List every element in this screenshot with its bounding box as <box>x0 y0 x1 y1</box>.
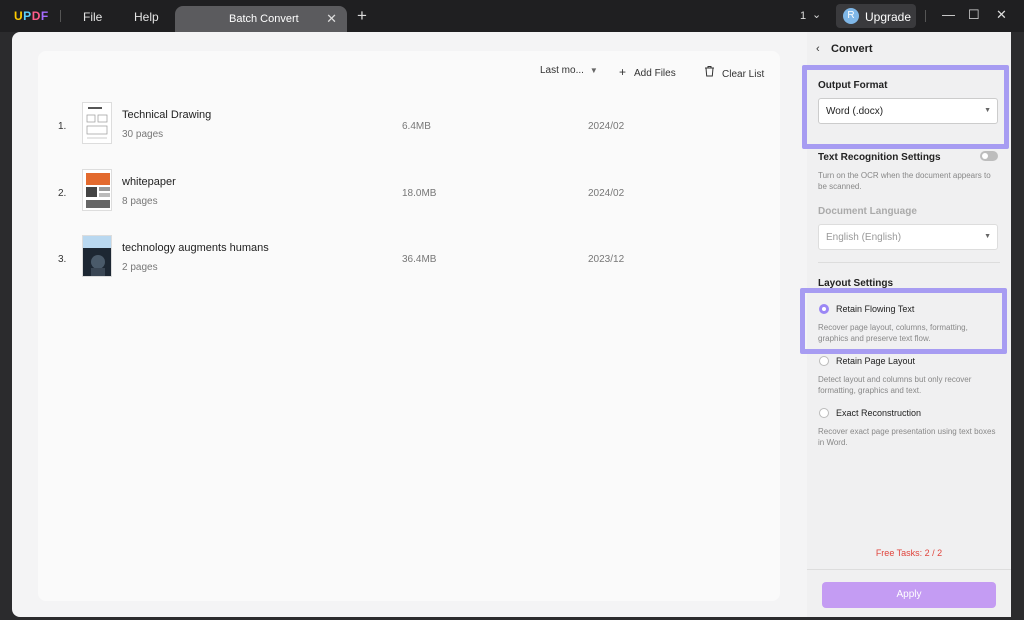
file-thumbnail <box>82 102 112 144</box>
ocr-toggle[interactable] <box>980 151 998 161</box>
clear-list-label: Clear List <box>722 69 765 80</box>
document-language-title: Document Language <box>818 206 917 217</box>
file-date: 2024/02 <box>588 121 625 132</box>
file-date: 2023/12 <box>588 254 625 265</box>
convert-panel: ‹ Convert Output Format Word (.docx) ▼ T… <box>800 32 1011 617</box>
file-name: technology augments humans <box>122 242 269 254</box>
retain-flowing-highlight <box>800 288 1007 354</box>
radio-exact-reconstruction[interactable] <box>819 408 829 418</box>
title-bar: UPDF File Help Batch Convert ✕ + 1 ⌄ R U… <box>0 0 1024 32</box>
chevron-down-icon[interactable]: ⌄ <box>812 8 821 21</box>
file-name: Technical Drawing <box>122 109 212 121</box>
option-description: Recover exact page presentation using te… <box>818 427 996 447</box>
file-list-panel: Last mo... ▼ + Add Files Clear List 1. Tec… <box>38 51 780 601</box>
ocr-description: Turn on the OCR when the document appear… <box>818 171 991 191</box>
file-size: 36.4MB <box>402 254 437 265</box>
maximize-icon[interactable]: ☐ <box>968 7 980 23</box>
file-thumbnail <box>82 235 112 277</box>
radio-label: Exact Reconstruction <box>836 408 922 418</box>
title-separator <box>60 10 61 22</box>
divider <box>818 262 1000 263</box>
title-separator <box>925 10 926 22</box>
file-size: 6.4MB <box>402 121 431 132</box>
upgrade-button[interactable]: R Upgrade <box>836 4 916 28</box>
divider <box>807 569 1011 570</box>
file-index: 2. <box>58 188 67 199</box>
option-description: Detect layout and columns but only recov… <box>818 375 972 395</box>
upgrade-label: Upgrade <box>865 10 912 24</box>
option-description: Recover page layout, columns, formatting… <box>818 323 968 343</box>
caret-down-icon: ▼ <box>984 233 991 240</box>
file-row[interactable]: 1. Technical Drawing 30 pages 6.4MB 2024… <box>38 102 780 152</box>
file-index: 3. <box>58 254 67 265</box>
tab-label: Batch Convert <box>229 13 299 25</box>
document-language-value: English (English) <box>826 232 902 243</box>
window-close-icon[interactable]: ✕ <box>996 7 1007 23</box>
file-name: whitepaper <box>122 176 176 188</box>
file-pages: 2 pages <box>122 262 158 273</box>
file-size: 18.0MB <box>402 188 437 199</box>
minimize-icon[interactable]: — <box>942 7 955 22</box>
file-index: 1. <box>58 121 67 132</box>
menu-help[interactable]: Help <box>134 10 159 24</box>
panel-title: Convert <box>831 43 873 55</box>
plus-icon: + <box>619 65 627 79</box>
sort-dropdown[interactable]: Last mo... ▼ <box>540 65 598 76</box>
file-pages: 8 pages <box>122 196 158 207</box>
main-area: Last mo... ▼ + Add Files Clear List 1. Tec… <box>12 32 807 617</box>
plus-icon[interactable]: + <box>357 6 367 26</box>
tab-batch-convert[interactable]: Batch Convert ✕ <box>175 6 347 32</box>
page-indicator[interactable]: 1 <box>800 10 806 22</box>
file-thumbnail <box>82 169 112 211</box>
file-row[interactable]: 2. whitepaper 8 pages 18.0MB 2024/02 <box>38 169 780 219</box>
add-files-button[interactable]: + Add Files <box>619 65 676 79</box>
back-icon[interactable]: ‹ <box>816 43 820 55</box>
document-language-select[interactable]: English (English) ▼ <box>818 224 998 250</box>
radio-retain-flowing-text[interactable] <box>819 304 829 314</box>
output-format-title: Output Format <box>818 80 888 91</box>
clear-list-button[interactable]: Clear List <box>704 65 764 80</box>
free-tasks-label: Free Tasks: 2 / 2 <box>875 548 943 558</box>
ocr-title: Text Recognition Settings <box>818 152 941 163</box>
file-date: 2024/02 <box>588 188 625 199</box>
radio-label: Retain Page Layout <box>836 356 916 366</box>
app-logo: UPDF <box>14 9 49 23</box>
radio-label: Retain Flowing Text <box>836 304 915 314</box>
trash-icon <box>704 65 715 80</box>
output-format-value: Word (.docx) <box>826 106 884 117</box>
sort-label: Last mo... <box>540 65 584 76</box>
add-files-label: Add Files <box>634 68 676 79</box>
file-row[interactable]: 3. technology augments humans 2 pages 36… <box>38 235 780 285</box>
avatar: R <box>843 8 859 24</box>
close-icon[interactable]: ✕ <box>326 11 337 27</box>
radio-retain-page-layout[interactable] <box>819 356 829 366</box>
apply-button[interactable]: Apply <box>822 582 996 608</box>
file-pages: 30 pages <box>122 129 164 140</box>
caret-down-icon: ▼ <box>589 66 598 75</box>
caret-down-icon: ▼ <box>984 107 991 114</box>
output-format-select[interactable]: Word (.docx) ▼ <box>818 98 998 124</box>
menu-file[interactable]: File <box>83 10 102 24</box>
